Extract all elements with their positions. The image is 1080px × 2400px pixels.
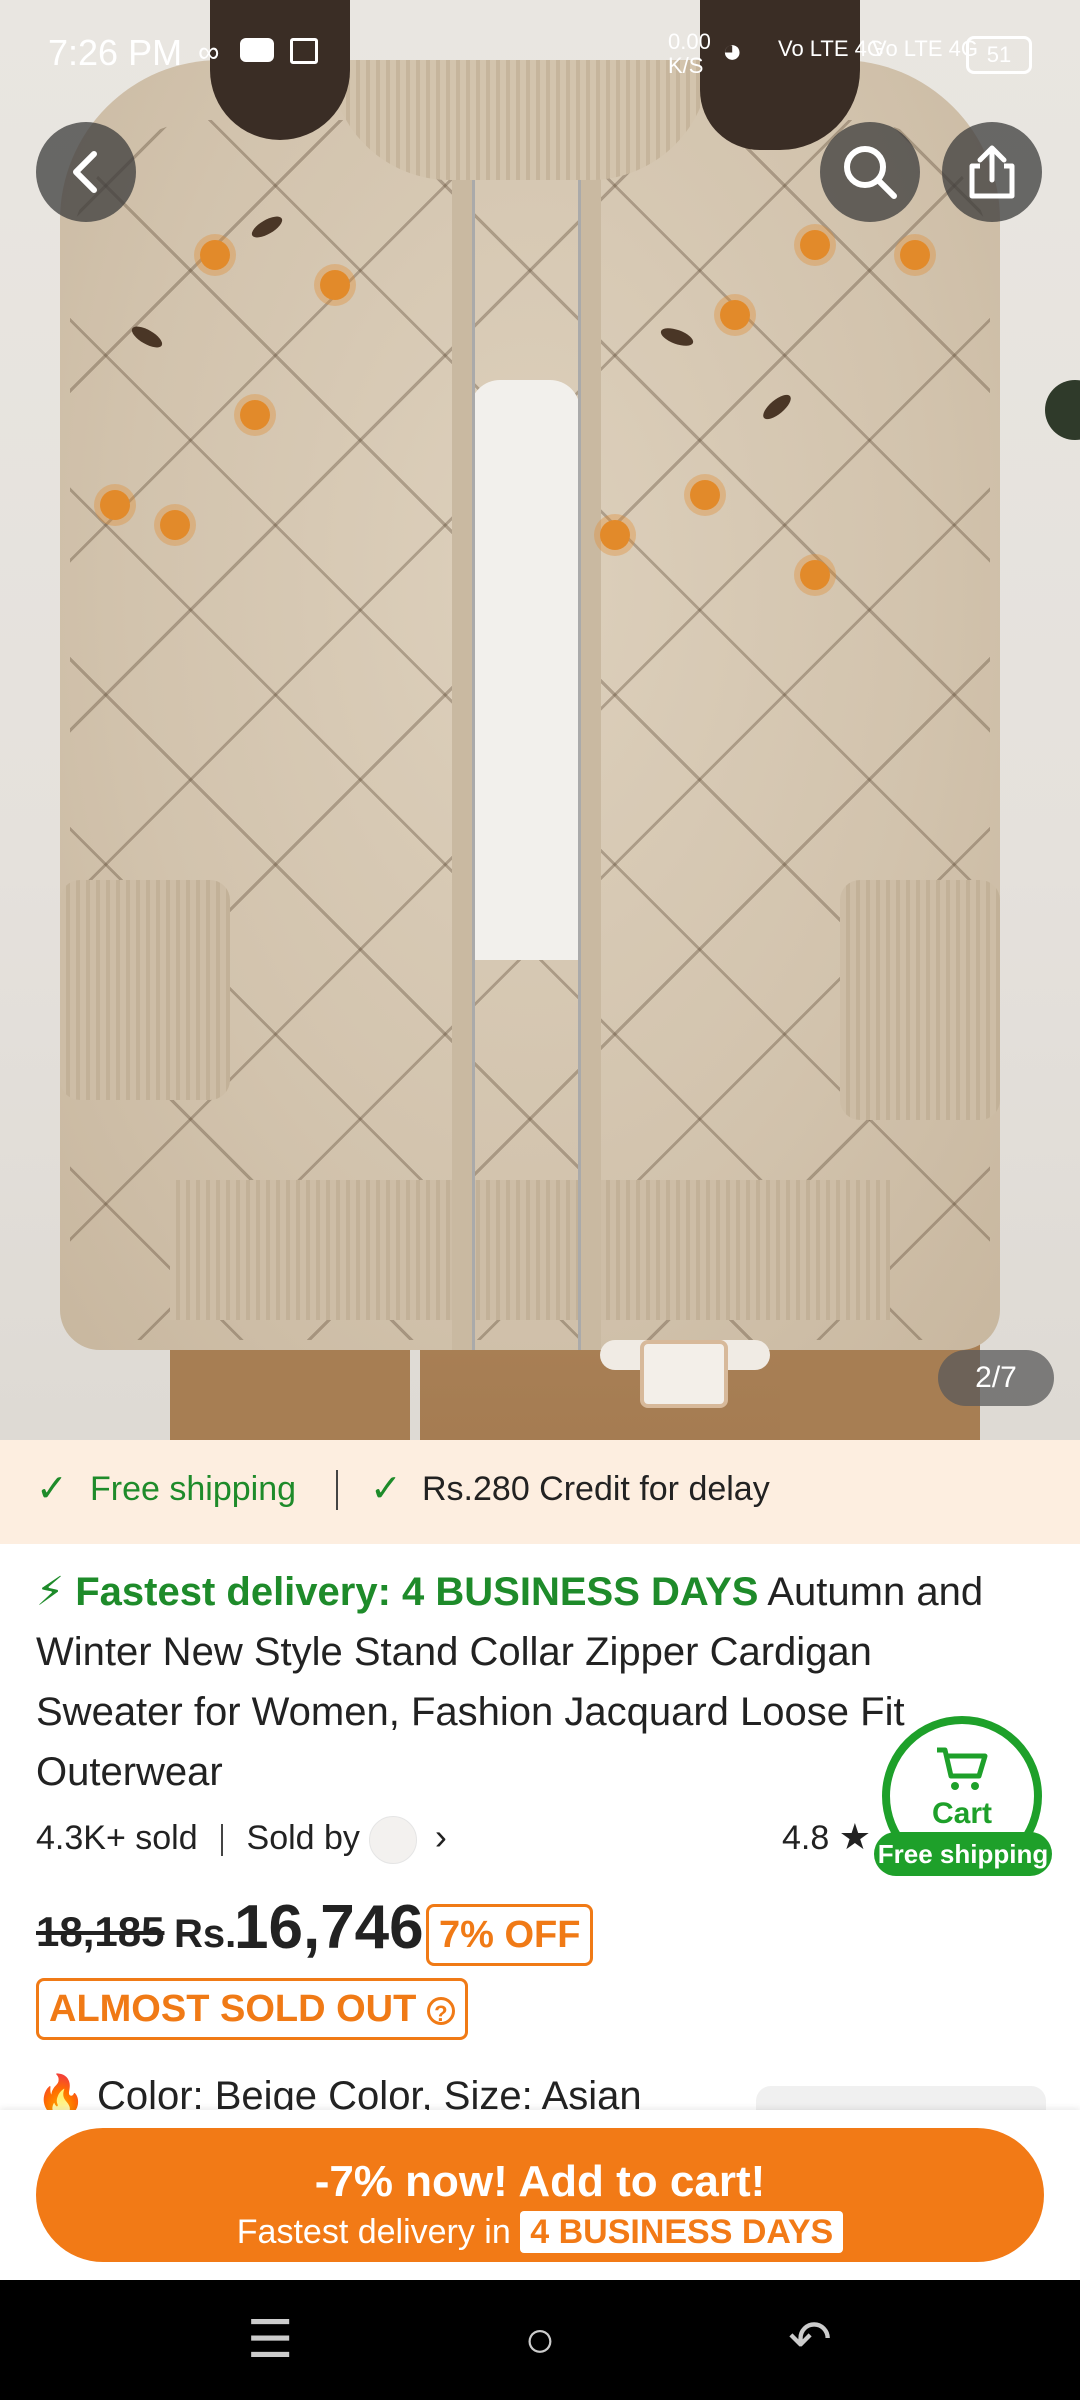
variant-text: Color: Beige Color, Size: Asian	[96, 2074, 642, 2112]
cta-sub-prefix: Fastest delivery in	[236, 2212, 511, 2251]
share-icon	[969, 145, 1015, 199]
sim1-signal: Vo LTE 4G	[778, 36, 884, 61]
sold-by-label[interactable]: Sold by	[247, 1819, 360, 1857]
check-icon: ✓	[36, 1468, 68, 1510]
rating-value: 4.8	[782, 1819, 830, 1857]
status-time: 7:26 PM	[48, 32, 183, 73]
voicemail-icon: ∞	[198, 36, 220, 69]
stock-status-label: ALMOST SOLD OUT	[49, 1988, 417, 2030]
currency-label: Rs.	[174, 1912, 237, 1956]
cta-sub-label: Fastest delivery in 4 BUSINESS DAYS	[42, 2210, 1038, 2253]
flame-icon: 🔥	[36, 2074, 86, 2112]
cart-free-shipping-badge: Free shipping	[874, 1832, 1052, 1876]
net-speed: 0.00 K/S	[668, 30, 711, 78]
cta-delivery-badge: 4 BUSINESS DAYS	[520, 2210, 844, 2253]
sleeve-cuff	[840, 880, 1000, 1120]
net-speed-value: 0.00	[668, 29, 711, 54]
help-icon[interactable]: ?	[426, 1996, 455, 2026]
inner-top	[470, 380, 580, 960]
cart-icon	[937, 1747, 988, 1790]
sleeve-cuff	[60, 880, 230, 1100]
seller-avatar[interactable]	[369, 1816, 418, 1865]
flower-motif	[690, 480, 720, 510]
product-image[interactable]	[0, 0, 1080, 1440]
product-title-block: ⚡ Fastest delivery: 4 BUSINESS DAYS Autu…	[36, 1562, 996, 1802]
calendar-icon	[290, 38, 318, 64]
sale-price: 16,746	[234, 1893, 424, 1962]
divider	[221, 1824, 224, 1857]
flower-motif	[100, 490, 130, 520]
image-counter: 2/7	[938, 1350, 1054, 1406]
sold-count: 4.3K+ sold	[36, 1819, 198, 1857]
zipper-left	[452, 150, 475, 1350]
delay-credit-label: Rs.280 Credit for delay	[422, 1470, 770, 1508]
youtube-icon	[240, 38, 274, 62]
zipper-right	[578, 150, 601, 1350]
original-price: 18,185	[36, 1908, 165, 1955]
watch	[640, 1340, 728, 1408]
cardigan-hem	[170, 1180, 890, 1320]
add-to-cart-button[interactable]: -7% now! Add to cart! Fastest delivery i…	[36, 2128, 1044, 2262]
lightning-icon: ⚡	[36, 1570, 65, 1614]
battery-icon: 51	[966, 36, 1032, 74]
wifi-icon: ◕	[722, 32, 743, 70]
plant-decor	[1045, 380, 1080, 440]
home-nav-button[interactable]: ○	[490, 2300, 590, 2380]
fast-delivery-label: Fastest delivery: 4 BUSINESS DAYS	[75, 1570, 759, 1614]
menu-nav-button[interactable]: ☰	[220, 2300, 320, 2380]
flower-motif	[600, 520, 630, 550]
chevron-right-icon[interactable]: ›	[435, 1816, 447, 1857]
search-button[interactable]	[820, 122, 920, 222]
cta-main-label: -7% now! Add to cart!	[314, 2156, 766, 2206]
net-speed-unit: K/S	[668, 53, 704, 78]
sold-row: 4.3K+ sold Sold by ›	[36, 1816, 447, 1865]
discount-badge: 7% OFF	[426, 1904, 594, 1966]
status-bar: 7:26 PM ∞ 0.00 K/S ◕ Vo LTE 4G Vo LTE 4G…	[0, 0, 1080, 110]
flower-motif	[800, 230, 830, 260]
free-shipping-label: Free shipping	[90, 1470, 297, 1508]
strip-divider	[336, 1470, 338, 1510]
chevron-left-icon	[73, 151, 97, 193]
flower-motif	[800, 560, 830, 590]
sim2-signal: Vo LTE 4G	[872, 36, 978, 61]
back-button[interactable]	[36, 122, 136, 222]
search-icon	[844, 146, 897, 199]
flower-motif	[160, 510, 190, 540]
star-icon: ★	[838, 1816, 871, 1857]
flower-motif	[320, 270, 350, 300]
flower-motif	[900, 240, 930, 270]
cart-label: Cart	[931, 1797, 992, 1830]
stock-status-badge[interactable]: ALMOST SOLD OUT ?	[36, 1978, 468, 2040]
share-button[interactable]	[942, 122, 1042, 222]
flower-motif	[200, 240, 230, 270]
variant-line[interactable]: 🔥 Color: Beige Color, Size: Asian	[36, 2072, 642, 2112]
flower-motif	[720, 300, 750, 330]
rating[interactable]: 4.8 ★	[782, 1816, 871, 1858]
back-nav-button[interactable]: ↶	[760, 2300, 860, 2380]
check-icon: ✓	[370, 1468, 402, 1510]
flower-motif	[240, 400, 270, 430]
